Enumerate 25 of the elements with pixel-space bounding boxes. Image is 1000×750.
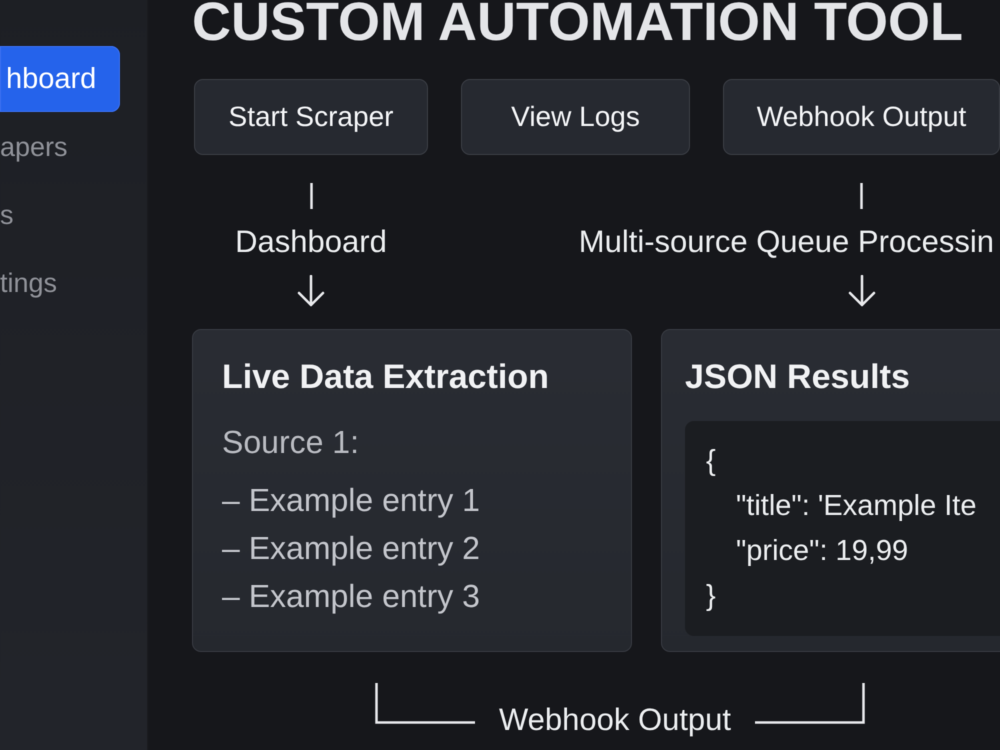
down-arrow-icon [848, 275, 876, 307]
connector-line [860, 183, 863, 209]
card-title: JSON Results [685, 358, 910, 396]
list-entry: – Example entry 1 [222, 481, 480, 520]
list-entry: – Example entry 2 [222, 529, 480, 568]
code-line: "title": 'Example Ite [736, 489, 976, 524]
connector-line [310, 183, 312, 209]
sidebar-item[interactable]: tings [0, 250, 120, 316]
flow-label: Multi-source Queue Processin [578, 225, 994, 259]
action-button[interactable]: View Logs [461, 79, 690, 155]
down-arrow-icon [297, 275, 325, 307]
list-entry: – Example entry 3 [222, 577, 480, 616]
flow-label: Dashboard [235, 225, 387, 259]
action-button[interactable]: Start Scraper [194, 79, 428, 155]
sidebar-item[interactable]: apers [0, 114, 120, 180]
code-line: "price": 19,99 [736, 534, 908, 569]
card-title: Live Data Extraction [222, 358, 549, 396]
page-title: CUSTOM AUTOMATION TOOL [192, 2, 963, 42]
action-button[interactable]: Webhook Output [723, 79, 1000, 155]
code-line: { [706, 444, 716, 479]
flow-label: Webhook Output [498, 702, 732, 738]
sidebar-item[interactable]: s [0, 182, 120, 248]
code-line: } [706, 579, 716, 614]
sidebar-item[interactable]: hboard [0, 46, 120, 112]
source-label: Source 1: [222, 424, 359, 460]
